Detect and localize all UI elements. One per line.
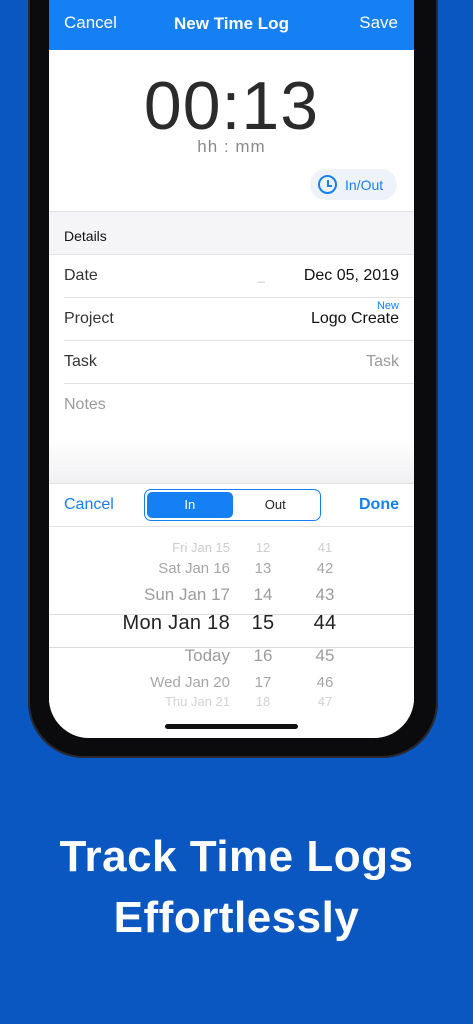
picker-hour-item[interactable]: 16 — [241, 646, 285, 666]
picker-minute-item[interactable]: 42 — [303, 560, 347, 577]
picker-date-item[interactable]: Thu Jan 21 — [165, 694, 230, 709]
picker-minute-item[interactable]: 43 — [303, 585, 347, 605]
picker-date-item[interactable]: Sat Jan 16 — [158, 560, 230, 577]
picker-hour-item[interactable]: 12 — [241, 540, 285, 555]
details-section-header: Details — [49, 211, 414, 255]
in-out-label: In/Out — [345, 176, 384, 193]
date-label: Date — [64, 267, 98, 284]
picker-minute-item[interactable]: 41 — [303, 540, 347, 555]
segment-in[interactable]: In — [147, 492, 233, 518]
date-value: Dec 05, 2019 — [303, 267, 399, 284]
clock-icon — [318, 175, 337, 194]
picker-date-item[interactable]: Wed Jan 20 — [150, 674, 230, 691]
picker-toolbar: Cancel In Out Done — [49, 483, 414, 527]
promo-headline: Track Time Logs Effortlessly — [0, 826, 473, 948]
picker-hour-column[interactable]: 12 13 14 15 16 17 18 — [241, 527, 285, 717]
headline-line-1: Track Time Logs — [59, 832, 414, 881]
date-dash: _ — [258, 269, 265, 283]
segment-out[interactable]: Out — [233, 492, 319, 518]
date-time-picker[interactable]: Fri Jan 15 Sat Jan 16 Sun Jan 17 Mon Jan 18… — [49, 527, 414, 717]
headline-line-2: Effortlessly — [113, 893, 360, 942]
picker-minute-item[interactable]: 47 — [303, 694, 347, 709]
picker-hour-item[interactable]: 17 — [241, 674, 285, 691]
picker-hour-item[interactable]: 14 — [241, 585, 285, 605]
home-indicator — [165, 724, 298, 729]
navigation-bar: Cancel New Time Log Save — [49, 0, 414, 50]
task-row[interactable]: Task Task — [64, 341, 414, 384]
date-row[interactable]: Date _ Dec 05, 2019 — [64, 255, 414, 298]
timer-display[interactable]: 00:13 — [49, 72, 414, 140]
picker-date-item[interactable]: Mon Jan 18 — [122, 612, 230, 635]
picker-minute-column[interactable]: 41 42 43 44 45 46 47 — [303, 527, 347, 717]
picker-hour-item[interactable]: 13 — [241, 560, 285, 577]
picker-date-item[interactable]: Sun Jan 17 — [144, 585, 230, 605]
project-row[interactable]: New Project Logo Create — [64, 298, 414, 341]
picker-minute-item[interactable]: 46 — [303, 674, 347, 691]
picker-minute-item[interactable]: 45 — [303, 646, 347, 666]
picker-hour-item[interactable]: 18 — [241, 694, 285, 709]
content-fade — [49, 440, 414, 484]
save-button[interactable]: Save — [359, 13, 398, 33]
timer-units-label: hh : mm — [197, 137, 266, 156]
task-placeholder: Task — [366, 353, 399, 370]
app-screen: Cancel New Time Log Save 00:13 hh : mm I… — [49, 0, 414, 738]
in-out-segmented-control: In Out — [144, 489, 321, 521]
notes-field[interactable]: Notes — [64, 396, 106, 414]
picker-cancel-button[interactable]: Cancel — [64, 496, 114, 514]
project-value: Logo Create — [310, 310, 399, 327]
picker-date-item[interactable]: Fri Jan 15 — [172, 540, 230, 555]
picker-date-column[interactable]: Fri Jan 15 Sat Jan 16 Sun Jan 17 Mon Jan 18… — [49, 527, 230, 717]
picker-minute-item[interactable]: 44 — [303, 612, 347, 635]
picker-hour-item[interactable]: 15 — [241, 612, 285, 635]
task-label: Task — [64, 353, 97, 370]
project-label: Project — [64, 310, 114, 327]
in-out-button[interactable]: In/Out — [310, 169, 397, 200]
picker-done-button[interactable]: Done — [359, 496, 399, 514]
picker-date-item[interactable]: Today — [185, 646, 230, 666]
